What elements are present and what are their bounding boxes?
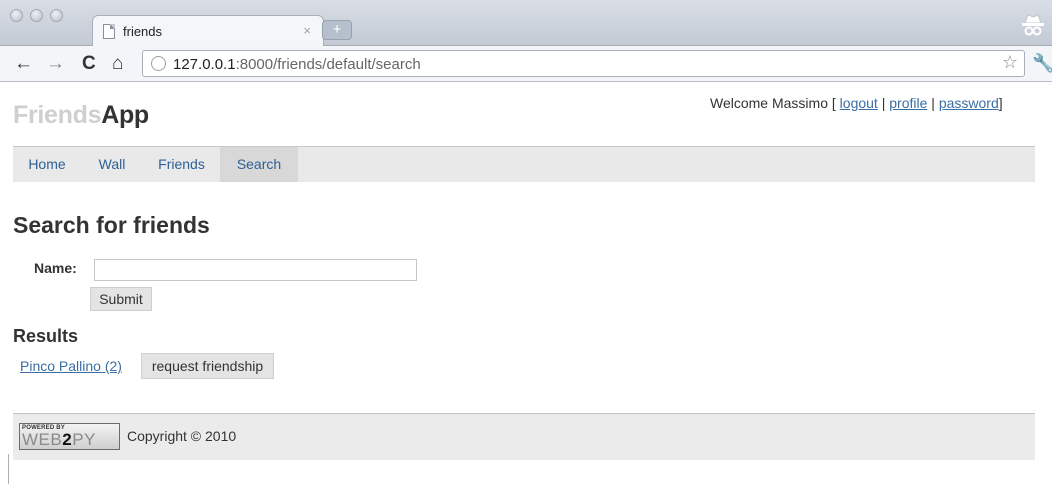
web2py-badge[interactable]: POWERED BY WEB2PY [19, 423, 120, 450]
main-menu: Home Wall Friends Search [13, 146, 1035, 182]
page-footer: POWERED BY WEB2PY Copyright © 2010 [13, 413, 1035, 460]
results-title: Results [13, 326, 79, 346]
url-text: 127.0.0.1:8000/friends/default/search [173, 56, 421, 73]
separator: | [881, 95, 886, 111]
page-title: Search for friends [13, 212, 210, 238]
browser-tab[interactable]: friends × [92, 15, 324, 46]
copyright-text: Copyright © 2010 [127, 428, 237, 444]
forward-icon[interactable]: → [46, 52, 65, 76]
zoom-window-button[interactable] [50, 9, 63, 22]
reload-icon[interactable]: C [82, 52, 96, 76]
logout-link[interactable]: logout [840, 95, 878, 111]
app-logo[interactable]: FriendsApp [13, 101, 149, 130]
submit-button[interactable]: Submit [90, 287, 152, 311]
browser-titlebar: friends × + [0, 0, 1052, 46]
name-input[interactable] [94, 259, 417, 281]
result-friend-link[interactable]: Pinco Pallino (2) [20, 358, 122, 374]
back-icon[interactable]: ← [14, 52, 33, 76]
menu-item-friends[interactable]: Friends [143, 147, 220, 182]
tab-title: friends [123, 24, 163, 39]
separator: | [931, 95, 935, 111]
close-window-button[interactable] [10, 9, 23, 22]
star-icon[interactable]: ☆ [1002, 52, 1018, 73]
close-bracket: ] [998, 95, 1003, 111]
menu-item-home[interactable]: Home [13, 147, 81, 182]
browser-toolbar: ← → C ⌂ 127.0.0.1:8000/friends/default/s… [0, 46, 1052, 82]
request-friendship-button[interactable]: request friendship [141, 353, 274, 379]
password-link[interactable]: password [939, 95, 999, 111]
wrench-icon[interactable]: 🔧 [1032, 53, 1052, 74]
address-bar[interactable]: 127.0.0.1:8000/friends/default/search ☆ [142, 50, 1025, 77]
profile-link[interactable]: profile [889, 95, 927, 111]
incognito-icon [1022, 14, 1044, 36]
name-label: Name: [34, 260, 77, 276]
minimize-window-button[interactable] [30, 9, 43, 22]
menu-item-wall[interactable]: Wall [81, 147, 143, 182]
page-icon [103, 24, 115, 39]
new-tab-icon[interactable]: + [322, 20, 352, 40]
auth-nav: Welcome Massimo [ logout | profile | pas… [710, 95, 1003, 111]
welcome-text: Welcome Massimo [ [710, 95, 836, 111]
globe-icon [151, 56, 166, 71]
tab-close-icon[interactable]: × [303, 23, 311, 38]
menu-item-search[interactable]: Search [220, 147, 298, 182]
home-icon[interactable]: ⌂ [112, 52, 123, 76]
window-edge [8, 454, 9, 484]
